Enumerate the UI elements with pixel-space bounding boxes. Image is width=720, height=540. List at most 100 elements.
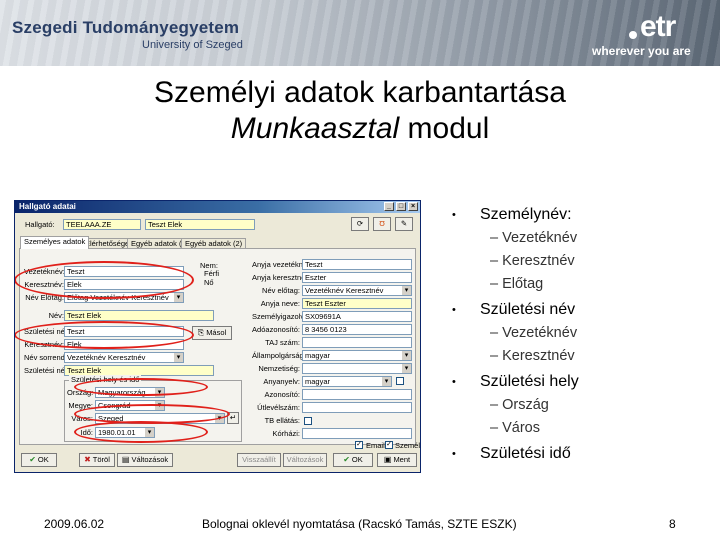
personal-data-panel: Vezetéknév: Teszt Keresztnév: Elek Név E… — [15, 248, 416, 445]
utlevelszam-field[interactable] — [302, 402, 412, 413]
horseshoe-icon[interactable]: Ʊ — [373, 217, 391, 231]
nev-sorrend-select[interactable]: Vezetéknév Keresztnév — [64, 352, 184, 363]
sub-bullet: – Keresztnév — [490, 253, 575, 269]
sub-bullet-text: Ország — [502, 397, 549, 413]
minimize-icon[interactable]: _ — [384, 202, 394, 211]
szuletesi-nev-full-label: Születési név: — [24, 366, 71, 375]
korhazi-label: Kórházi: — [272, 429, 300, 438]
student-data-dialog: Hallgató adatai _ □ × Hallgató: TEELAAA.… — [14, 200, 421, 473]
previous-button[interactable]: Változások — [283, 453, 327, 467]
restore-button[interactable]: Visszaállít — [237, 453, 281, 467]
anyja-neve-label: Anyja neve: — [260, 299, 300, 308]
korhazi-field[interactable] — [302, 428, 412, 439]
cancel-button[interactable]: ✖ Töröl — [79, 453, 115, 467]
slide-title: Személyi adatok karbantartása Munkaaszta… — [0, 75, 720, 147]
title-rest-part: modul — [399, 112, 490, 145]
anyja-vezeteknev-label: Anyja vezetékneve: — [252, 260, 318, 269]
sub-bullet: – Város — [490, 420, 540, 436]
allampolgarsag-select[interactable]: magyar — [302, 350, 412, 361]
dialog-title-bar: Hallgató adatai _ □ × — [15, 201, 420, 213]
sub-bullet-text: Keresztnév — [502, 253, 575, 269]
nev-field[interactable]: Teszt Elek — [64, 310, 214, 321]
azonosito-label: Azonosító: — [264, 390, 300, 399]
anyja-neve-field[interactable]: Teszt Eszter — [302, 298, 412, 309]
tb-ellatas-checkbox[interactable] — [304, 417, 312, 425]
apply-button[interactable]: ✔ OK — [333, 453, 373, 467]
sub-bullet-text: Város — [502, 420, 540, 436]
footer-caption: Bolognai oklevél nyomtatása (Racskó Tamá… — [202, 517, 517, 531]
anyja-nev-elotag-label: Név előtag: — [262, 286, 300, 295]
bullet-marker: • — [452, 304, 456, 316]
close-icon[interactable]: × — [408, 202, 418, 211]
hallgato-code-field[interactable]: TEELAAA.ZE — [63, 219, 141, 230]
restore-button-label: Visszaállít — [242, 455, 276, 464]
refresh-icon[interactable]: ⟳ — [351, 217, 369, 231]
apply-check-icon: ✔ — [343, 455, 350, 464]
sub-bullet: – Vezetéknév — [490, 230, 578, 246]
sub-bullet: – Vezetéknév — [490, 325, 578, 341]
ok-button[interactable]: ✔ OK — [21, 453, 57, 467]
page-number: 8 — [669, 517, 676, 531]
tab-personal-data[interactable]: Személyes adatok — [20, 236, 90, 249]
szemelyigazolvany-field[interactable]: SX09691A — [302, 311, 412, 322]
annotation-ellipse-name — [15, 261, 194, 299]
maximize-icon[interactable]: □ — [396, 202, 406, 211]
previous-button-label: Változások — [286, 455, 324, 464]
nem-female-option[interactable]: Nő — [204, 278, 214, 287]
utlevelszam-label: Útlevélszám: — [257, 403, 300, 412]
nev-sorrend-label: Név sorrend: — [24, 353, 67, 362]
footer-date: 2009.06.02 — [44, 517, 105, 531]
taj-label: TAJ szám: — [265, 338, 300, 347]
save-button-label: Ment — [393, 455, 411, 464]
save-button[interactable]: ▣ Ment — [377, 453, 417, 467]
bullet-marker: • — [452, 209, 456, 221]
sub-bullet: – Keresztnév — [490, 348, 575, 364]
tools-icon[interactable]: ✎ — [395, 217, 413, 231]
hallgato-label: Hallgató: — [25, 220, 55, 229]
history-button[interactable]: ▤ Változások — [117, 453, 173, 467]
azonosito-field[interactable] — [302, 389, 412, 400]
title-line-1: Személyi adatok karbantartása — [154, 76, 566, 109]
dialog-title: Hallgató adatai — [19, 202, 76, 211]
check-icon: ✔ — [29, 455, 36, 464]
bullet-szuletesi-hely: Születési hely — [480, 373, 579, 390]
annotation-ellipse-birth-name — [15, 321, 194, 349]
sub-bullet-text: Vezetéknév — [502, 325, 578, 341]
nem-male-option[interactable]: Férfi — [204, 269, 219, 278]
apply-ok-label: OK — [351, 455, 363, 464]
etr-tagline: wherever you are — [592, 44, 691, 58]
szemely-checkbox-label: Személy — [395, 441, 421, 450]
szemelyigazolvany-label: Személyigazolvány: — [252, 312, 319, 321]
sub-bullet-text: Előtag — [502, 276, 544, 292]
szemely-checkbox[interactable]: ✓ — [385, 441, 393, 449]
anyja-nev-elotag-select[interactable]: Vezetéknév Keresztnév — [302, 285, 412, 296]
annotation-ellipse-date — [74, 421, 208, 443]
email-checkbox[interactable]: ✓ — [355, 441, 363, 449]
sub-bullet-text: Vezetéknév — [502, 230, 578, 246]
save-icon: ▣ — [383, 455, 392, 464]
nev-label: Név: — [48, 311, 64, 320]
cross-icon: ✖ — [84, 455, 91, 464]
title-line-2: Munkaasztal modul — [0, 111, 720, 147]
taj-field[interactable] — [302, 337, 412, 348]
cancel-button-label: Töröl — [92, 455, 110, 464]
adoazonosito-label: Adóazonosító: — [252, 325, 300, 334]
sub-bullet: – Ország — [490, 397, 549, 413]
nemzetiseg-select[interactable] — [302, 363, 412, 374]
nemzetiseg-label: Nemzetiség: — [258, 364, 300, 373]
anyanyelv-checkbox[interactable] — [396, 377, 404, 385]
anyja-vezeteknev-field[interactable]: Teszt — [302, 259, 412, 270]
copy-button-label: Másol — [206, 328, 227, 337]
anyanyelv-select[interactable]: magyar — [302, 376, 392, 387]
bullet-marker: • — [452, 376, 456, 388]
allampolgarsag-label: Állampolgárság: — [252, 351, 306, 360]
copy-button[interactable]: ⎘ Másol — [192, 326, 232, 340]
bullet-szuletesi-nev: Születési név — [480, 301, 576, 318]
hallgato-name-field[interactable]: Teszt Elek — [145, 219, 255, 230]
etr-logo-dot-icon — [629, 31, 637, 39]
anyanyelv-label: Anyanyelv: — [263, 377, 300, 386]
history-icon: ▤ — [121, 455, 130, 464]
anyja-keresztnev-field[interactable]: Eszter — [302, 272, 412, 283]
university-name-english: University of Szeged — [142, 39, 243, 51]
adoazonosito-field[interactable]: 8 3456 0123 — [302, 324, 412, 335]
